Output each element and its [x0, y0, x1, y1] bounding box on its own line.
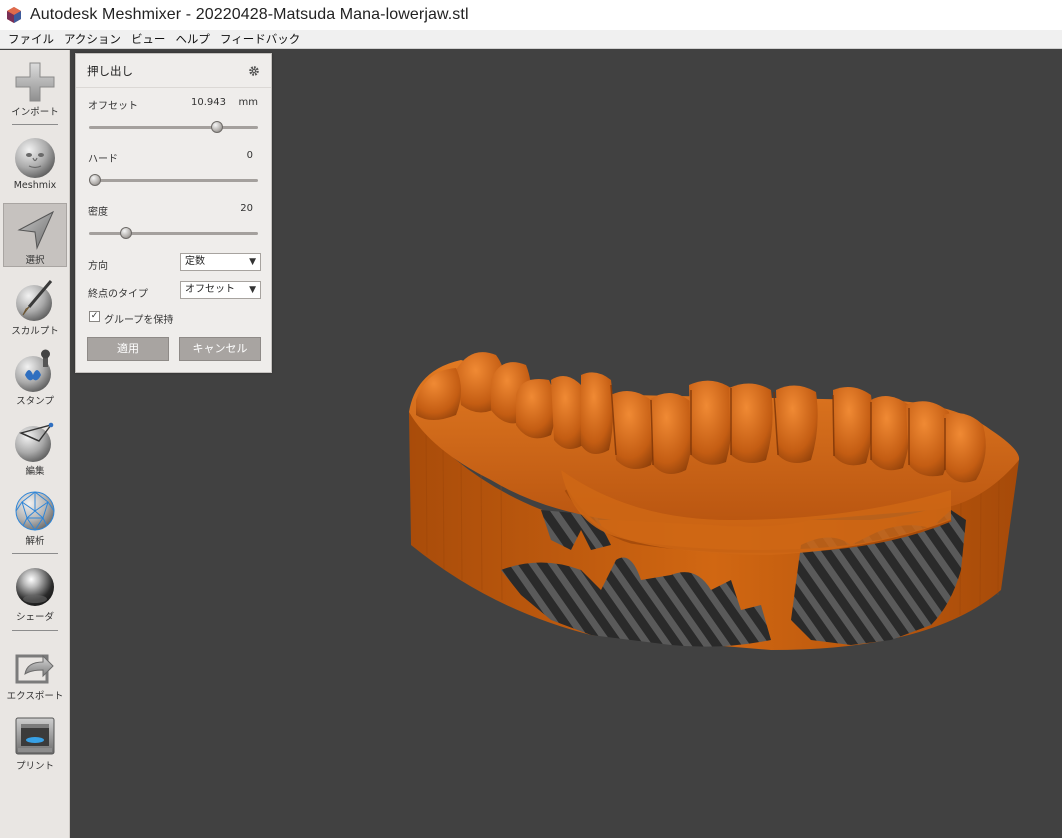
- hard-slider[interactable]: [89, 174, 258, 186]
- face-sphere-icon: [15, 138, 55, 178]
- tool-edit[interactable]: 編集: [3, 415, 67, 477]
- toolbar-divider: [12, 124, 58, 125]
- tool-edit-label: 編集: [25, 466, 45, 477]
- tool-import-label: インポート: [11, 107, 59, 118]
- left-toolbar: インポート Meshmix 選択 スカルプト スタンプ 編集 解析 シェーダ エ…: [0, 50, 70, 838]
- tool-analysis[interactable]: 解析: [3, 485, 67, 547]
- tool-stamp-label: スタンプ: [16, 396, 54, 407]
- density-value[interactable]: 20: [216, 203, 253, 214]
- tool-select-label: 選択: [25, 255, 45, 266]
- offset-slider[interactable]: [89, 121, 258, 133]
- mesh-sphere-icon: [15, 491, 55, 531]
- tool-shader[interactable]: シェーダ: [3, 561, 67, 623]
- tool-select[interactable]: 選択: [3, 203, 67, 267]
- hard-label: ハード: [88, 154, 118, 165]
- keep-groups-label: グループを保持: [104, 315, 174, 326]
- brush-sphere-icon: [16, 280, 53, 321]
- dropdown-arrow-icon: ▼: [249, 257, 256, 267]
- title-bar: Autodesk Meshmixer - 20220428-Matsuda Ma…: [0, 0, 1062, 30]
- menu-help[interactable]: ヘルプ: [170, 30, 215, 49]
- apply-button[interactable]: 適用: [87, 337, 169, 361]
- tool-export[interactable]: エクスポート: [3, 640, 67, 702]
- dropdown-arrow-icon: ▼: [249, 285, 256, 295]
- tool-meshmix[interactable]: Meshmix: [3, 132, 67, 194]
- density-slider[interactable]: [89, 227, 258, 239]
- offset-label: オフセット: [88, 101, 138, 112]
- cancel-button[interactable]: キャンセル: [179, 337, 261, 361]
- extrude-panel: 押し出し オフセット 10.943 mm ハード 0 密度 20 方向 定数 ▼…: [75, 53, 272, 373]
- endtype-select[interactable]: オフセット ▼: [180, 281, 261, 299]
- tool-print[interactable]: プリント: [3, 710, 67, 772]
- tool-sculpt[interactable]: スカルプト: [3, 275, 67, 337]
- shader-sphere-icon: [16, 568, 54, 606]
- meshmixer-logo-icon: [7, 7, 21, 23]
- menu-bar: ファイル アクション ビュー ヘルプ フィードバック: [0, 30, 1062, 49]
- edit-sphere-icon: [15, 422, 54, 462]
- keep-groups-checkbox[interactable]: ✓: [89, 311, 100, 322]
- printer-icon: [15, 717, 55, 755]
- stamp-sphere-icon: [15, 349, 51, 392]
- tool-meshmix-label: Meshmix: [13, 180, 57, 191]
- menu-action[interactable]: アクション: [59, 30, 126, 49]
- direction-select[interactable]: 定数 ▼: [180, 253, 261, 271]
- offset-slider-handle[interactable]: [211, 121, 224, 133]
- plus-icon: [15, 62, 55, 102]
- gear-icon[interactable]: [248, 65, 260, 77]
- endtype-label: 終点のタイプ: [88, 289, 148, 300]
- tool-shader-label: シェーダ: [15, 612, 54, 623]
- offset-unit: mm: [238, 97, 258, 108]
- toolbar-divider: [12, 553, 58, 554]
- density-label: 密度: [88, 207, 108, 218]
- tool-analysis-label: 解析: [25, 536, 45, 547]
- menu-file[interactable]: ファイル: [3, 30, 59, 49]
- density-slider-handle[interactable]: [120, 227, 133, 239]
- tool-print-label: プリント: [15, 761, 54, 772]
- offset-value[interactable]: 10.943: [176, 97, 226, 108]
- hard-value[interactable]: 0: [216, 150, 253, 161]
- hard-slider-handle[interactable]: [89, 174, 101, 186]
- arrow-cursor-icon: [17, 210, 55, 250]
- menu-feedback[interactable]: フィードバック: [215, 30, 305, 49]
- toolbar-divider: [12, 630, 58, 631]
- direction-label: 方向: [88, 261, 108, 272]
- export-icon: [15, 654, 54, 684]
- endtype-select-value: オフセット: [185, 284, 235, 295]
- tool-import[interactable]: インポート: [3, 56, 67, 118]
- panel-title: 押し出し: [87, 63, 133, 78]
- tool-stamp[interactable]: スタンプ: [3, 345, 67, 407]
- tool-export-label: エクスポート: [6, 691, 64, 702]
- window-title: Autodesk Meshmixer - 20220428-Matsuda Ma…: [30, 6, 469, 23]
- tool-sculpt-label: スカルプト: [11, 326, 59, 337]
- direction-select-value: 定数: [185, 256, 205, 267]
- panel-header: 押し出し: [76, 54, 271, 88]
- menu-view[interactable]: ビュー: [126, 30, 171, 49]
